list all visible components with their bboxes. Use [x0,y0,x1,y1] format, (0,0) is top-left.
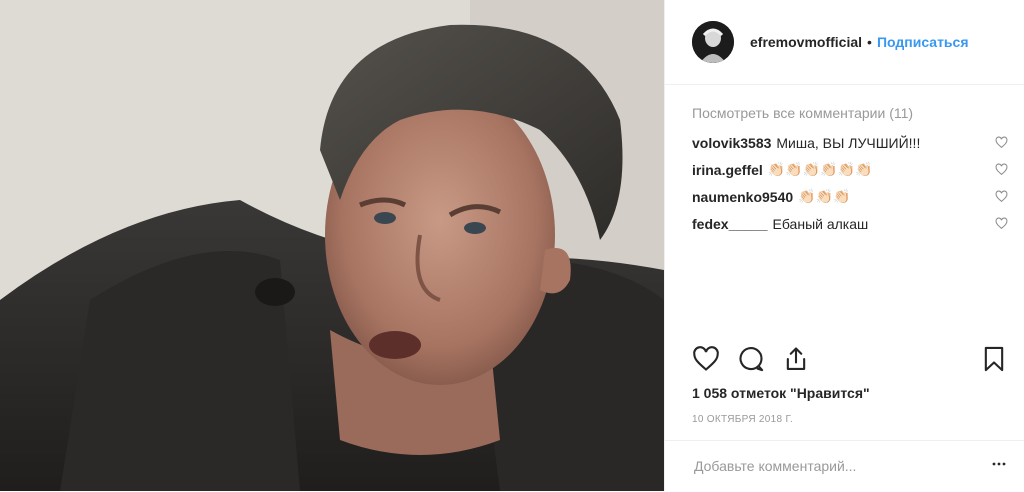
instagram-post: efremovmofficial • Подписаться Посмотрет… [0,0,1024,491]
portrait-illustration [0,0,664,491]
heart-icon[interactable] [995,136,1008,149]
likes-count[interactable]: 1 058 отметок "Нравится" [692,385,870,401]
add-comment-bar [665,440,1024,492]
heart-icon[interactable] [995,217,1008,230]
post-sidebar: efremovmofficial • Подписаться Посмотрет… [664,0,1024,491]
heart-icon[interactable] [995,163,1008,176]
comment-username[interactable]: naumenko9540 [692,189,793,205]
comment-text: 👏🏻👏🏻👏🏻 [798,188,851,204]
avatar-image [692,21,734,63]
comment-item: fedex_____ Ебаный алкаш [692,210,1024,237]
post-actions [692,345,1008,377]
post-date[interactable]: 10 ОКТЯБРЯ 2018 Г. [692,414,793,425]
bookmark-icon[interactable] [980,345,1008,373]
comment-username[interactable]: irina.geffel [692,162,763,178]
comment-text: Ебаный алкаш [772,215,869,232]
comment-item: naumenko9540 👏🏻👏🏻👏🏻 [692,183,1024,210]
post-photo[interactable] [0,0,664,491]
comments-section: Посмотреть все комментарии (11) volovik3… [665,85,1024,237]
comment-username[interactable]: volovik3583 [692,135,771,151]
heart-icon[interactable] [995,190,1008,203]
share-icon[interactable] [782,345,810,373]
comment-icon[interactable] [737,345,765,373]
add-comment-input[interactable] [692,457,976,475]
follow-button[interactable]: Подписаться [877,34,969,50]
ellipsis-icon[interactable] [992,457,1006,471]
comment-text: Миша, ВЫ ЛУЧШИЙ!!! [776,134,921,151]
comment-username[interactable]: fedex_____ [692,216,768,232]
view-all-comments-link[interactable]: Посмотреть все комментарии (11) [692,101,1024,125]
comment-item: irina.geffel 👏🏻👏🏻👏🏻👏🏻👏🏻👏🏻 [692,156,1024,183]
comment-text: 👏🏻👏🏻👏🏻👏🏻👏🏻👏🏻 [767,161,873,177]
header-separator: • [867,34,872,50]
avatar[interactable] [692,21,734,63]
comment-item: volovik3583 Миша, ВЫ ЛУЧШИЙ!!! [692,129,1024,156]
author-username[interactable]: efremovmofficial [750,34,862,50]
heart-icon[interactable] [692,345,720,373]
post-header: efremovmofficial • Подписаться [665,0,1024,85]
